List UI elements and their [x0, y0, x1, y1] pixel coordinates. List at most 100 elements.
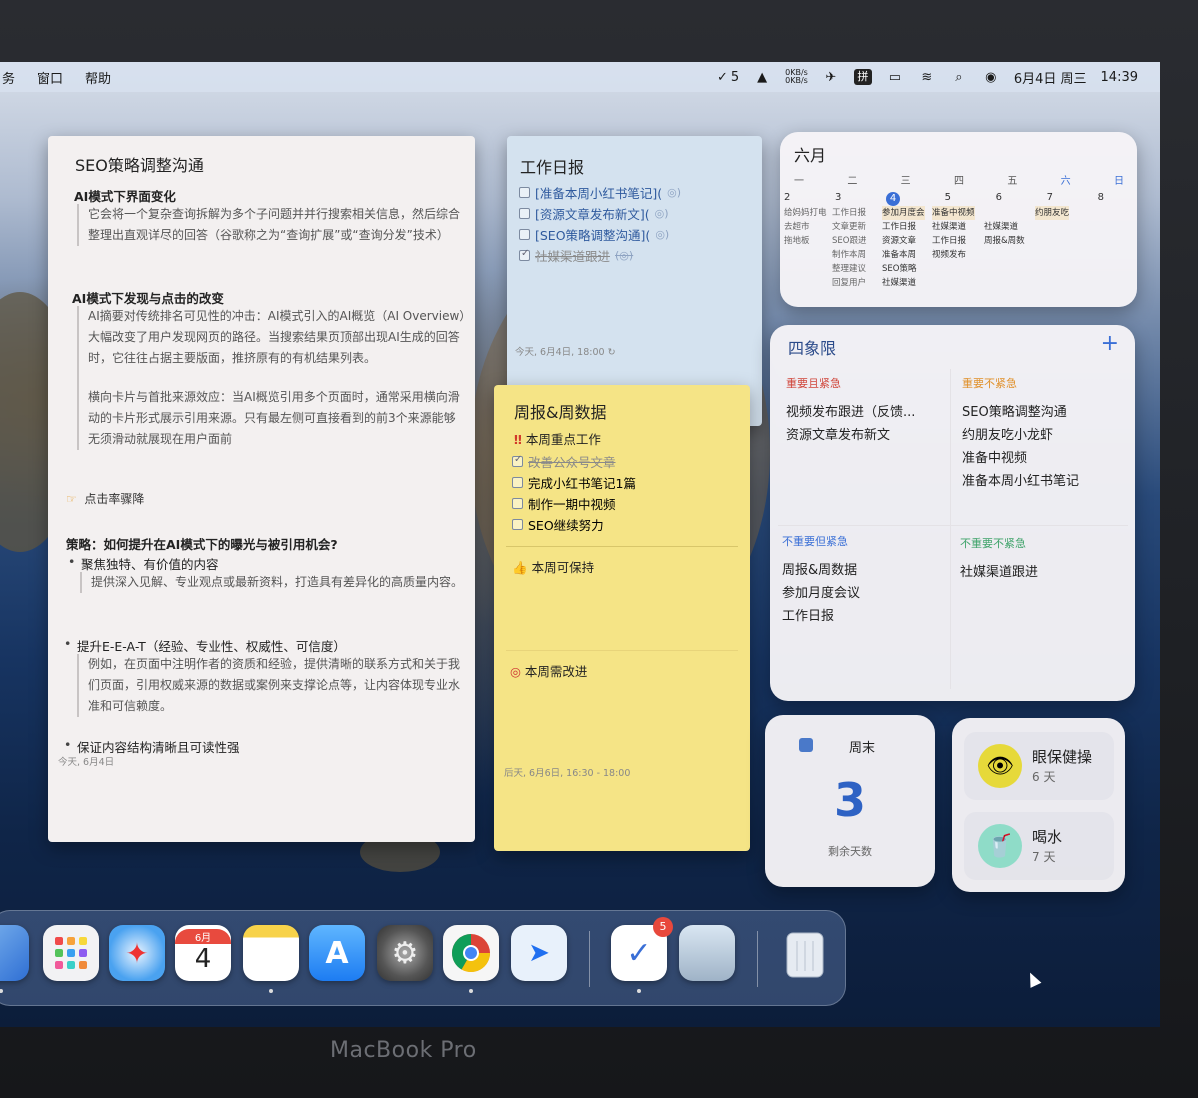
date-cell[interactable]: 5 [945, 192, 951, 206]
sticky-note-work-daily[interactable]: 工作日报 [准备本周小红书笔记](◎) [资源文章发布新文](◎) [SEO策略… [507, 136, 762, 426]
checkbox[interactable] [519, 187, 530, 198]
task-item[interactable]: 完成小红书笔记1篇 [512, 472, 636, 493]
quadrant-item[interactable]: 资源文章发布新文 [786, 424, 956, 447]
calendar-event[interactable]: 准备本周 [882, 248, 925, 262]
quadrant-item[interactable]: SEO策略调整沟通 [962, 401, 1132, 424]
task-item[interactable]: 制作一期中视频 [512, 493, 636, 514]
quadrant-widget[interactable]: 四象限 + 重要且紧急 视频发布跟进（反馈... 资源文章发布新文 重要不紧急 … [770, 325, 1135, 701]
checkbox[interactable] [519, 229, 530, 240]
task-item[interactable]: [SEO策略调整沟通](◎) [519, 224, 681, 245]
quadrant-item[interactable]: 视频发布跟进（反馈... [786, 401, 956, 424]
quadrant-item[interactable]: 参加月度会议 [782, 582, 952, 605]
system-settings-icon[interactable]: ⚙ [377, 925, 433, 981]
sticky-note-seo[interactable]: SEO策略调整沟通 AI模式下界面变化 它会将一个复杂查询拆解为多个子问题并并行… [48, 136, 475, 842]
calendar-event[interactable]: 资源文章 [882, 234, 925, 248]
wifi-icon[interactable]: ≋ [918, 68, 936, 86]
quadrant-item[interactable]: 社媒渠道跟进 [960, 561, 1130, 584]
quadrant-urgent-important[interactable]: 重要且紧急 视频发布跟进（反馈... 资源文章发布新文 [786, 375, 956, 447]
cat-icon[interactable]: ▲ [753, 68, 771, 86]
calendar-app-icon[interactable]: 6月 4 [175, 925, 231, 981]
trash-icon[interactable] [777, 925, 833, 981]
calendar-event[interactable]: 约朋友吃 [1035, 206, 1070, 220]
control-center-icon[interactable]: ◉ [982, 68, 1000, 86]
date-cell[interactable]: 6 [996, 192, 1002, 206]
quadrant-item[interactable]: 工作日报 [782, 605, 952, 628]
habit-row[interactable]: 🥤 喝水 7 天 [964, 812, 1114, 880]
calendar-event[interactable]: 去超市 [784, 220, 827, 234]
task-item[interactable]: 改善公众号文章 [512, 451, 636, 472]
calendar-event[interactable]: 文章更新 [832, 220, 866, 234]
calendar-event[interactable]: 工作日报 [882, 220, 925, 234]
habit-row[interactable]: 👁 眼保健操 6 天 [964, 732, 1114, 800]
date-cell[interactable]: 8 [1098, 192, 1104, 206]
input-method-icon[interactable]: 拼 [853, 69, 872, 85]
task-link[interactable]: [资源文章发布新文]( [535, 204, 650, 223]
add-icon[interactable]: + [1101, 331, 1119, 356]
calendar-event[interactable]: 回复用户 [832, 276, 866, 290]
tasks-status-icon[interactable]: ✓ 5 [717, 68, 739, 86]
quadrant-important-not-urgent[interactable]: 重要不紧急 SEO策略调整沟通 约朋友吃小龙虾 准备中视频 准备本周小红书笔记 [962, 375, 1132, 493]
menu-item-help[interactable]: 帮助 [85, 68, 111, 87]
task-link[interactable]: [SEO策略调整沟通]( [535, 225, 650, 244]
checkbox[interactable] [512, 454, 523, 467]
network-speed[interactable]: 0KB/s 0KB/s [785, 68, 808, 86]
calendar-widget[interactable]: 六月 一 二 三 四 五 六 日 2 3 4 5 6 7 8 给妈妈打电 去超市… [780, 132, 1137, 307]
calendar-event[interactable]: SEO跟进 [832, 234, 866, 248]
calendar-event[interactable]: 社媒渠道 [984, 220, 1025, 234]
launchpad-icon[interactable] [43, 925, 99, 981]
task-item[interactable]: 社媒渠道跟进 (◎) [519, 245, 681, 266]
quadrant-not-urgent-not-important[interactable]: 不重要不紧急 社媒渠道跟进 [960, 535, 1130, 584]
checkbox[interactable] [512, 519, 523, 530]
notes-app-icon[interactable] [243, 925, 299, 981]
quadrant-item[interactable]: 准备本周小红书笔记 [962, 470, 1132, 493]
calendar-event[interactable]: 周报&周数 [984, 234, 1025, 248]
task-link[interactable]: [准备本周小红书笔记]( [535, 183, 662, 202]
calendar-event[interactable]: 参加月度会 [882, 206, 925, 220]
date-cell[interactable]: 7 [1047, 192, 1053, 206]
calendar-event[interactable]: 视频发布 [932, 248, 975, 262]
feishu-icon[interactable]: ➤ [511, 925, 567, 981]
calendar-event[interactable]: 工作日报 [932, 234, 975, 248]
calendar-event[interactable]: 给妈妈打电 [784, 206, 827, 220]
task-item[interactable]: [准备本周小红书笔记](◎) [519, 182, 681, 203]
menu-item-service[interactable]: 务 [2, 68, 15, 87]
task-item[interactable]: [资源文章发布新文](◎) [519, 203, 681, 224]
calendar-event[interactable]: SEO策略 [882, 262, 925, 276]
sticky-note-weekly[interactable]: 周报&周数据 ‼ 本周重点工作 改善公众号文章 完成小红书笔记1篇 制作一期中视… [494, 385, 750, 851]
preview-thumbnail-icon[interactable] [679, 925, 735, 981]
checkbox[interactable] [512, 477, 523, 488]
checkbox[interactable] [512, 498, 523, 509]
task-link[interactable]: 社媒渠道跟进 [535, 246, 610, 265]
quadrant-item[interactable]: 周报&周数据 [782, 559, 952, 582]
calendar-event[interactable]: 社媒渠道 [932, 220, 975, 234]
quadrant-item[interactable]: 准备中视频 [962, 447, 1132, 470]
date-cell[interactable]: 3 [835, 192, 841, 206]
habit-widget[interactable]: 👁 眼保健操 6 天 🥤 喝水 7 天 [952, 718, 1125, 892]
weekend-countdown-widget[interactable]: 周末 3 剩余天数 [765, 715, 935, 887]
date-cell[interactable]: 2 [784, 192, 790, 206]
quadrant-item[interactable]: 约朋友吃小龙虾 [962, 424, 1132, 447]
task-item[interactable]: SEO继续努力 [512, 514, 636, 535]
search-icon[interactable]: ⌕ [950, 68, 968, 86]
quadrant-urgent-not-important[interactable]: 不重要但紧急 周报&周数据 参加月度会议 工作日报 [782, 533, 952, 628]
tasks-app-icon[interactable]: ✓ 5 [611, 917, 673, 981]
calendar-event[interactable]: 拖地板 [784, 234, 827, 248]
menubar-date[interactable]: 6月4日 周三 [1014, 68, 1087, 87]
calendar-event[interactable]: 整理建议 [832, 262, 866, 276]
calendar-event[interactable]: 制作本周 [832, 248, 866, 262]
calendar-event[interactable]: 工作日报 [832, 206, 866, 220]
calendar-event[interactable]: 准备中视频 [932, 206, 975, 220]
display-icon[interactable]: ▭ [886, 68, 904, 86]
menu-item-window[interactable]: 窗口 [37, 68, 63, 87]
dock-separator [589, 931, 590, 987]
chrome-icon[interactable] [443, 925, 499, 981]
menubar-time[interactable]: 14:39 [1101, 70, 1138, 85]
checkbox[interactable] [519, 208, 530, 219]
date-cell-today[interactable]: 4 [886, 192, 900, 206]
app-store-icon[interactable]: A [309, 925, 365, 981]
safari-icon[interactable]: ✦ [109, 925, 165, 981]
calendar-event[interactable]: 社媒渠道 [882, 276, 925, 290]
finder-icon[interactable] [0, 925, 29, 981]
checkbox[interactable] [519, 248, 530, 261]
bird-icon[interactable]: ✈ [822, 68, 840, 86]
